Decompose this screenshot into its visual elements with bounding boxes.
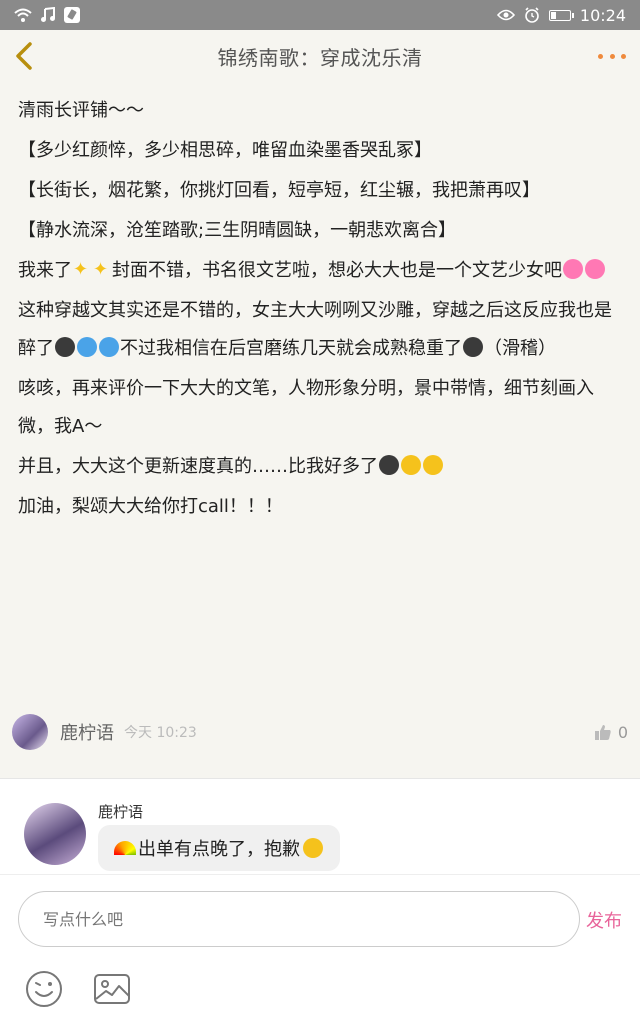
paragraph: 我来了 封面不错，书名很文艺啦，想必大大也是一个文艺少女吧 xyxy=(18,251,622,290)
page-title: 锦绣南歌：穿成沈乐清 xyxy=(217,45,423,70)
paragraph-text: 封面不错，书名很文艺啦，想必大大也是一个文艺少女吧 xyxy=(112,260,562,281)
paragraph: 【多少红颜悴，多少相思碎，唯留血染墨香哭乱冢】 xyxy=(18,140,432,161)
article-content: 清雨长评铺～～ 【多少红颜悴，多少相思碎，唯留血染墨香哭乱冢】 【长街长，烟花繁… xyxy=(0,82,640,778)
dark-face-emoji xyxy=(379,455,399,475)
paragraph-text: 不过我相信在后宫磨练几天就会成熟稳重了 xyxy=(120,338,462,359)
heart-emoji xyxy=(563,259,583,279)
sweat-drops-emoji xyxy=(99,337,119,357)
sparkle-emoji xyxy=(92,251,112,289)
dark-face-emoji xyxy=(55,337,75,357)
paragraph-text: （滑稽） xyxy=(484,338,556,359)
reply-input[interactable] xyxy=(18,891,580,947)
paragraph-text: 并且，大大这个更新速度真的……比我好多了 xyxy=(18,456,378,477)
paragraph: 这种穿越文其实还是不错的，女主大大咧咧又沙雕，穿越之后这反应我也是醉了 不过我相信… xyxy=(18,292,622,368)
paragraph-text: 我来了 xyxy=(18,260,72,281)
more-dots-icon[interactable] xyxy=(598,44,626,68)
rainbow-emoji xyxy=(114,841,136,855)
like-button[interactable]: 0 xyxy=(594,723,628,742)
like-count: 0 xyxy=(617,722,628,742)
battery-level xyxy=(550,11,556,19)
sneeze-emoji xyxy=(303,838,323,858)
author-row: 鹿柠语 今天 10:23 0 xyxy=(12,712,628,752)
wifi-icon xyxy=(14,8,32,22)
avatar[interactable] xyxy=(24,803,86,865)
paragraph: 加油，梨颂大大给你打call！！！ xyxy=(18,496,283,517)
post-time: 今天 10:23 xyxy=(124,725,197,741)
comment-item: 鹿柠语 出单有点晚了，抱歉 xyxy=(0,778,640,874)
clap-emoji xyxy=(423,455,443,475)
emoji-icon[interactable] xyxy=(24,969,64,1009)
sweat-drops-emoji xyxy=(77,337,97,357)
comment-bubble: 出单有点晚了，抱歉 xyxy=(98,825,340,871)
status-time: 10:24 xyxy=(579,5,626,25)
pin-icon xyxy=(64,7,80,23)
comment-text: 出单有点晚了，抱歉 xyxy=(138,839,300,860)
status-bar: 10:24 xyxy=(0,0,640,30)
send-button[interactable]: 发布 xyxy=(586,907,622,933)
image-icon[interactable] xyxy=(92,969,132,1009)
paragraph: 【静水流深，沧笙踏歌;三生阴晴圆缺，一朝悲欢离合】 xyxy=(18,220,457,241)
author-name[interactable]: 鹿柠语 xyxy=(60,719,114,745)
clap-emoji xyxy=(401,455,421,475)
paragraph: 并且，大大这个更新速度真的……比我好多了 xyxy=(18,448,622,486)
reply-bar: 发布 xyxy=(0,874,640,1024)
music-icon xyxy=(41,7,55,22)
paragraph: 咳咳，再来评价一下大大的文笔，人物形象分明，景中带情，细节刻画入微，我A～ xyxy=(18,378,594,437)
avatar[interactable] xyxy=(12,714,48,750)
header: 锦绣南歌：穿成沈乐清 xyxy=(0,30,640,82)
eye-icon xyxy=(496,9,515,21)
alarm-icon xyxy=(525,7,539,23)
battery-icon xyxy=(548,9,574,21)
thumbs-up-icon xyxy=(594,725,611,740)
heart-emoji xyxy=(585,259,605,279)
paragraph: 【长街长，烟花繁，你挑灯回看，短亭短，红尘辗，我把萧再叹】 xyxy=(18,180,540,201)
sparkle-emoji xyxy=(72,251,92,289)
paragraph: 清雨长评铺～～ xyxy=(18,100,144,121)
dark-face-emoji xyxy=(463,337,483,357)
chevron-left-icon[interactable] xyxy=(8,38,44,74)
comment-author[interactable]: 鹿柠语 xyxy=(98,801,143,822)
